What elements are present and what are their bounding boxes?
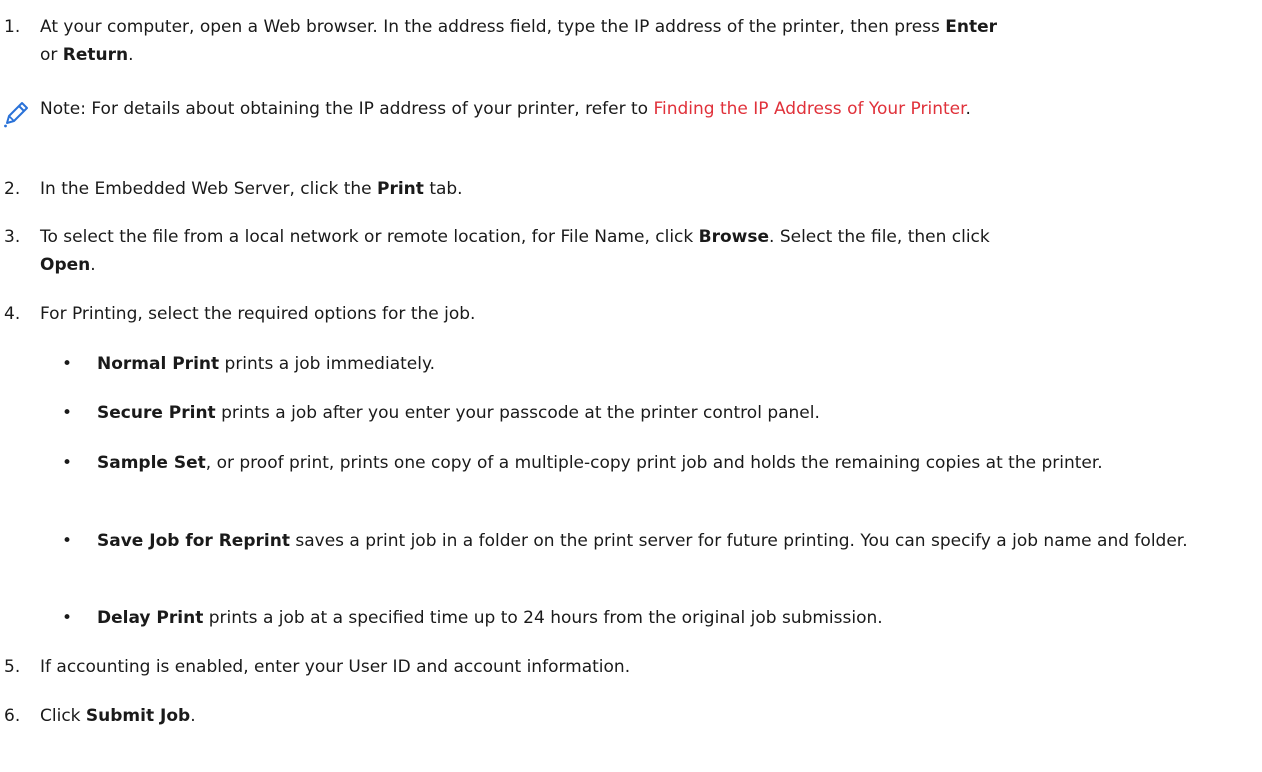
step-number: 5.	[4, 657, 21, 677]
bullet-icon: •	[62, 354, 73, 374]
instructions-page: 1. At your computer, open a Web browser.…	[0, 0, 1262, 772]
step-text: For Printing, select the required option…	[40, 304, 476, 324]
option-description: prints a job immediately.	[224, 354, 435, 374]
step-text: In the Embedded Web Server, click the Pr…	[40, 175, 1255, 203]
open-label: Open	[40, 255, 91, 275]
option-name: Sample Set	[97, 453, 206, 473]
bullet-icon: •	[62, 403, 73, 423]
step-text-part: To select the file from a local network …	[40, 227, 694, 247]
step-number: 6.	[4, 706, 21, 726]
step-text: Click Submit Job.	[40, 702, 1255, 730]
step-text-part: or	[40, 45, 58, 65]
step-number: 1.	[4, 17, 21, 37]
step-text-part: In the Embedded Web Server, click the	[40, 179, 372, 199]
option-text: Save Job for Reprint saves a print job i…	[97, 527, 1257, 555]
option-text: Sample Set, or proof print, prints one c…	[97, 449, 1257, 477]
option-name: Secure Print	[97, 403, 216, 423]
key-return: Return	[62, 45, 129, 65]
print-tab-label: Print	[377, 179, 424, 199]
key-enter: Enter	[945, 17, 998, 37]
step-number: 3.	[4, 227, 21, 247]
step-text: To select the file from a local network …	[40, 223, 1255, 279]
option-name: Normal Print	[97, 354, 220, 374]
submit-job-label: Submit Job	[85, 706, 191, 726]
step-text: If accounting is enabled, enter your Use…	[40, 657, 631, 677]
step-text: At your computer, open a Web browser. In…	[40, 13, 1255, 69]
option-text: Delay Print prints a job at a specified …	[97, 604, 1257, 632]
note-text-part: .	[965, 99, 971, 119]
pencil-icon	[2, 99, 32, 129]
bullet-icon: •	[62, 608, 73, 628]
step-text-part: . Select the file, then click	[769, 227, 990, 247]
step-text-part: .	[128, 45, 134, 65]
option-description: , or proof print, prints one copy of a m…	[205, 453, 1103, 473]
step-text-part: .	[190, 706, 196, 726]
step-text-part: tab.	[429, 179, 463, 199]
browse-label: Browse	[698, 227, 770, 247]
option-description: prints a job after you enter your passco…	[221, 403, 820, 423]
option-name: Save Job for Reprint	[97, 531, 290, 551]
bullet-icon: •	[62, 531, 73, 551]
step-text-part: Click	[40, 706, 81, 726]
option-text: Normal Print prints a job immediately.	[97, 350, 1257, 378]
ip-address-link[interactable]: Finding the IP Address of Your Printer	[653, 99, 965, 119]
step-text-part: At your computer, open a Web browser. In…	[40, 17, 940, 37]
note-text: Note: For details about obtaining the IP…	[40, 95, 1220, 123]
option-name: Delay Print	[97, 608, 204, 628]
step-number: 2.	[4, 179, 21, 199]
option-description: prints a job at a specified time up to 2…	[208, 608, 883, 628]
option-text: Secure Print prints a job after you ente…	[97, 399, 1257, 427]
step-number: 4.	[4, 304, 21, 324]
step-text-part: .	[90, 255, 96, 275]
option-description: saves a print job in a folder on the pri…	[295, 531, 1188, 551]
note-text-part: Note: For details about obtaining the IP…	[40, 99, 649, 119]
bullet-icon: •	[62, 453, 73, 473]
